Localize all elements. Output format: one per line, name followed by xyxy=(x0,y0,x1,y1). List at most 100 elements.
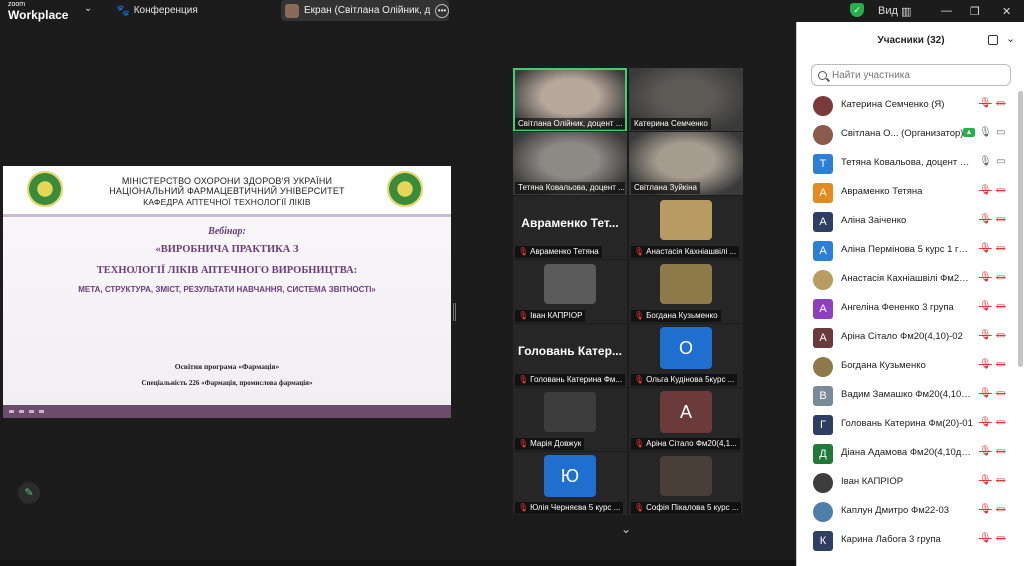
participant-row[interactable]: Світлана О... (Организатор) ▲ 🎙 ▭ xyxy=(797,120,1019,149)
video-tile[interactable]: Катерина Семченко xyxy=(629,68,743,131)
participant-row[interactable]: Г Головань Катерина Фм(20)-01 🎙 ▭ xyxy=(797,410,1019,439)
video-tile[interactable]: Тетяна Ковальова, доцент ... xyxy=(513,132,627,195)
camera-off-icon[interactable]: ▭ xyxy=(996,446,1005,457)
video-tile[interactable]: 🎙 Марія Довжук xyxy=(513,388,627,451)
participant-row[interactable]: В Вадим Замашко Фм20(4,10д)-02 🎙 ▭ xyxy=(797,381,1019,410)
gallery-scroll-down-icon[interactable]: ⌄ xyxy=(621,522,631,536)
avatar: А xyxy=(813,183,833,203)
camera-on-icon[interactable]: ▭ xyxy=(996,127,1005,138)
mic-on-icon[interactable]: 🎙 xyxy=(979,156,992,167)
mic-muted-icon[interactable]: 🎙 xyxy=(979,98,992,109)
camera-on-icon[interactable]: ▭ xyxy=(996,156,1005,167)
mic-muted-icon[interactable]: 🎙 xyxy=(979,417,992,428)
video-tile[interactable]: 🎙 Софія Пікалова 5 курс ... xyxy=(629,452,743,515)
participant-search-input[interactable]: Найти участника xyxy=(811,64,1011,86)
video-tile[interactable]: 🎙 Іван КАПРІОР xyxy=(513,260,627,323)
mic-muted-icon: 🎙 xyxy=(518,311,529,320)
close-button[interactable]: ✕ xyxy=(1002,0,1011,22)
minimize-button[interactable]: — xyxy=(941,0,952,22)
camera-off-icon[interactable]: ▭ xyxy=(996,533,1005,544)
avatar: А xyxy=(813,328,833,348)
mic-muted-icon[interactable]: 🎙 xyxy=(979,475,992,486)
meeting-menu[interactable]: 🐾 Конференция xyxy=(116,4,198,17)
video-tile[interactable]: Світлана Зуйкіна xyxy=(629,132,743,195)
chevron-down-icon[interactable]: ⌄ xyxy=(84,3,92,14)
mic-on-icon[interactable]: 🎙 xyxy=(979,127,992,138)
avatar xyxy=(544,392,596,432)
avatar xyxy=(660,200,712,240)
presenter-avatar xyxy=(285,3,299,18)
camera-off-icon[interactable]: ▭ xyxy=(996,185,1005,196)
mic-muted-icon[interactable]: 🎙 xyxy=(979,388,992,399)
more-icon[interactable]: ••• xyxy=(435,3,449,18)
participant-row[interactable]: Іван КАПРІОР 🎙 ▭ xyxy=(797,468,1019,497)
video-tile[interactable]: 🎙 Анастасія Кахніашвілі ... xyxy=(629,196,743,259)
camera-off-icon[interactable]: ▭ xyxy=(996,475,1005,486)
avatar: В xyxy=(813,386,833,406)
video-tile[interactable]: А 🎙 Аріна Сітало Фм20(4,1... xyxy=(629,388,743,451)
mic-muted-icon: 🎙 xyxy=(518,503,529,512)
camera-off-icon[interactable]: ▭ xyxy=(996,359,1005,370)
participant-name: Марія Довжук xyxy=(530,439,582,448)
video-tile[interactable]: 🎙 Богдана Кузьменко xyxy=(629,260,743,323)
participant-row[interactable]: А Ангеліна Фененко 3 група 🎙 ▭ xyxy=(797,294,1019,323)
mic-muted-icon[interactable]: 🎙 xyxy=(979,243,992,254)
collapse-chevron-icon[interactable]: ⌄ xyxy=(1006,32,1015,45)
video-tile[interactable]: Ю 🎙 Юлія Черняєва 5 курс ... xyxy=(513,452,627,515)
split-resize-handle[interactable] xyxy=(453,303,456,321)
camera-off-icon[interactable]: ▭ xyxy=(996,504,1005,515)
video-tile[interactable]: Головань Катер... 🎙 Головань Катерина Фм..… xyxy=(513,324,627,387)
participant-row[interactable]: Каплун Дмитро Фм22-03 🎙 ▭ xyxy=(797,497,1019,526)
video-tile[interactable]: О 🎙 Ольга Кудінова 5курс ... xyxy=(629,324,743,387)
camera-off-icon[interactable]: ▭ xyxy=(996,243,1005,254)
mic-muted-icon[interactable]: 🎙 xyxy=(979,533,992,544)
participant-row[interactable]: Т Тетяна Ковальова, доцент каф... 🎙 ▭ xyxy=(797,149,1019,178)
annotate-pen-button[interactable]: ✎ xyxy=(18,482,40,504)
participant-row[interactable]: А Аліна Заіченко 🎙 ▭ xyxy=(797,207,1019,236)
participant-name: Іван КАПРІОР xyxy=(530,311,583,320)
camera-off-icon[interactable]: ▭ xyxy=(996,98,1005,109)
participant-name: Тетяна Ковальова, доцент каф... xyxy=(841,157,973,168)
title-bar: zoom Workplace ⌄ 🐾 Конференция Екран (Св… xyxy=(0,0,796,22)
camera-off-icon[interactable]: ▭ xyxy=(996,272,1005,283)
screen-share-indicator[interactable]: Екран (Світлана Олійник, доцент ••• xyxy=(281,0,449,21)
tile-caption: 🎙 Іван КАПРІОР xyxy=(515,310,586,322)
participant-row[interactable]: Богдана Кузьменко 🎙 ▭ xyxy=(797,352,1019,381)
participant-row[interactable]: Анастасія Кахніашвілі Фм20-01 🎙 ▭ xyxy=(797,265,1019,294)
shared-screen: МІНІСТЕРСТВО ОХОРОНИ ЗДОРОВ'Я УКРАЇНИ НА… xyxy=(3,166,451,418)
slide-nav-icon xyxy=(9,410,14,413)
mic-muted-icon[interactable]: 🎙 xyxy=(979,330,992,341)
participant-row[interactable]: А Аріна Сітало Фм20(4,10)-02 🎙 ▭ xyxy=(797,323,1019,352)
camera-off-icon[interactable]: ▭ xyxy=(996,301,1005,312)
video-tile[interactable]: Авраменко Тет... 🎙 Авраменко Тетяна xyxy=(513,196,627,259)
mic-muted-icon[interactable]: 🎙 xyxy=(979,359,992,370)
pop-out-icon[interactable] xyxy=(988,35,998,45)
mic-muted-icon[interactable]: 🎙 xyxy=(979,185,992,196)
camera-off-icon[interactable]: ▭ xyxy=(996,388,1005,399)
camera-off-icon[interactable]: ▭ xyxy=(996,330,1005,341)
mic-muted-icon[interactable]: 🎙 xyxy=(979,446,992,457)
participant-name: Софія Пікалова 5 курс ... xyxy=(646,503,739,512)
tile-caption: 🎙 Ольга Кудінова 5курс ... xyxy=(631,374,738,386)
mic-muted-icon[interactable]: 🎙 xyxy=(979,504,992,515)
avatar xyxy=(813,125,833,145)
video-tile[interactable]: Світлана Олійник, доцент ... xyxy=(513,68,627,131)
mic-muted-icon[interactable]: 🎙 xyxy=(979,272,992,283)
view-menu[interactable]: Вид ▥ xyxy=(878,0,911,22)
avatar: Г xyxy=(813,415,833,435)
participant-row[interactable]: Катерина Семченко (Я) 🎙 ▭ xyxy=(797,91,1019,120)
participant-row[interactable]: К Карина Лабога 3 група 🎙 ▭ xyxy=(797,526,1019,555)
participants-scrollbar[interactable] xyxy=(1018,91,1023,367)
participant-row[interactable]: А Авраменко Тетяна 🎙 ▭ xyxy=(797,178,1019,207)
mic-muted-icon: 🎙 xyxy=(634,439,645,448)
camera-off-icon[interactable]: ▭ xyxy=(996,214,1005,225)
restore-button[interactable]: ❐ xyxy=(970,0,980,22)
mic-muted-icon[interactable]: 🎙 xyxy=(979,214,992,225)
camera-off-icon[interactable]: ▭ xyxy=(996,417,1005,428)
participant-name: Катерина Семченко (Я) xyxy=(841,99,945,110)
shield-icon[interactable]: ✓ xyxy=(850,3,864,17)
participant-row[interactable]: А Аліна Пермінова 5 курс 1 група 🎙 ▭ xyxy=(797,236,1019,265)
mic-muted-icon[interactable]: 🎙 xyxy=(979,301,992,312)
participant-row[interactable]: Д Діана Адамова Фм20(4,10д)-01 🎙 ▭ xyxy=(797,439,1019,468)
avatar xyxy=(813,357,833,377)
